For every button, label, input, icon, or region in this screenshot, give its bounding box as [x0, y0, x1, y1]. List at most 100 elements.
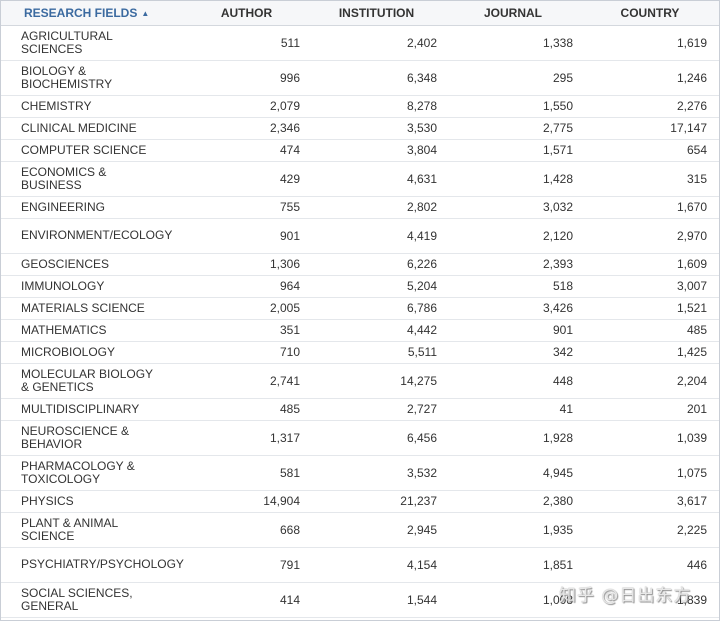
table-row[interactable]: COMPUTER SCIENCE 474 3,804 1,571 654	[1, 139, 719, 162]
table-row[interactable]: BIOLOGY & BIOCHEMISTRY 996 6,348 295 1,246	[1, 60, 719, 96]
cell-field[interactable]: SPACE SCIENCE	[1, 617, 161, 620]
cell-institution: 3,804	[308, 139, 445, 162]
research-fields-table-panel: RESEARCH FIELDS ▲ AUTHOR INSTITUTION JOUR…	[0, 0, 720, 621]
table-row[interactable]: PLANT & ANIMAL SCIENCE 668 2,945 1,935 2,225	[1, 512, 719, 548]
cell-field[interactable]: MICROBIOLOGY	[1, 341, 161, 364]
table-row[interactable]: AGRICULTURAL SCIENCES 511 2,402 1,338 1,619	[1, 25, 719, 61]
cell-author: 474	[161, 139, 308, 162]
cell-journal: 2,775	[445, 117, 581, 140]
column-header-institution[interactable]: INSTITUTION	[308, 1, 445, 26]
cell-institution: 3,532	[308, 455, 445, 491]
cell-institution: 8,278	[308, 95, 445, 118]
table-row[interactable]: ENGINEERING 755 2,802 3,032 1,670	[1, 196, 719, 219]
table-row[interactable]: ECONOMICS & BUSINESS 429 4,631 1,428 315	[1, 161, 719, 197]
cell-institution: 6,456	[308, 420, 445, 456]
table-header-row: RESEARCH FIELDS ▲ AUTHOR INSTITUTION JOUR…	[1, 1, 719, 26]
cell-field[interactable]: PHARMACOLOGY & TOXICOLOGY	[1, 455, 161, 491]
cell-field[interactable]: PSYCHIATRY/PSYCHOLOGY	[1, 547, 184, 583]
cell-country: 1,075	[581, 455, 719, 491]
column-header-author[interactable]: AUTHOR	[161, 1, 308, 26]
table-row[interactable]: MOLECULAR BIOLOGY & GENETICS 2,741 14,275 4…	[1, 363, 719, 399]
cell-institution: 4,442	[308, 319, 445, 342]
cell-country: 2,970	[581, 218, 719, 254]
cell-country: 2,276	[581, 95, 719, 118]
cell-field[interactable]: BIOLOGY & BIOCHEMISTRY	[1, 60, 161, 96]
cell-field[interactable]: NEUROSCIENCE & BEHAVIOR	[1, 420, 161, 456]
cell-field[interactable]: COMPUTER SCIENCE	[1, 139, 161, 162]
table-row[interactable]: MATHEMATICS 351 4,442 901 485	[1, 319, 719, 342]
cell-author: 351	[161, 319, 308, 342]
cell-institution: 21,237	[308, 490, 445, 513]
cell-country: 1,246	[581, 60, 719, 96]
cell-journal: 3,032	[445, 196, 581, 219]
cell-country: 866	[581, 617, 719, 620]
table-row[interactable]: CLINICAL MEDICINE 2,346 3,530 2,775 17,147	[1, 117, 719, 140]
table-row[interactable]: MATERIALS SCIENCE 2,005 6,786 3,426 1,521	[1, 297, 719, 320]
cell-field[interactable]: MATHEMATICS	[1, 319, 161, 342]
cell-institution: 4,631	[308, 161, 445, 197]
cell-institution: 6,786	[308, 297, 445, 320]
cell-field[interactable]: ECONOMICS & BUSINESS	[1, 161, 161, 197]
cell-field[interactable]: ENGINEERING	[1, 196, 161, 219]
cell-journal: 901	[445, 319, 581, 342]
cell-field[interactable]: CHEMISTRY	[1, 95, 161, 118]
column-header-country[interactable]: COUNTRY	[581, 1, 719, 26]
cell-institution: 2,802	[308, 196, 445, 219]
cell-author: 710	[161, 341, 308, 364]
cell-field[interactable]: SOCIAL SCIENCES, GENERAL	[1, 582, 161, 618]
cell-field[interactable]: PLANT & ANIMAL SCIENCE	[1, 512, 161, 548]
cell-field[interactable]: ENVIRONMENT/ECOLOGY	[1, 218, 172, 254]
cell-journal: 4,945	[445, 455, 581, 491]
cell-author: 14,904	[161, 490, 308, 513]
cell-field[interactable]: MULTIDISCIPLINARY	[1, 398, 161, 421]
cell-country: 1,619	[581, 25, 719, 61]
table-row[interactable]: MULTIDISCIPLINARY 485 2,727 41 201	[1, 398, 719, 421]
cell-country: 2,204	[581, 363, 719, 399]
table-row[interactable]: SOCIAL SCIENCES, GENERAL 414 1,544 1,008 1,8…	[1, 582, 719, 618]
cell-institution: 2,945	[308, 512, 445, 548]
column-header-research-fields[interactable]: RESEARCH FIELDS ▲	[1, 1, 161, 26]
cell-institution: 1,544	[308, 582, 445, 618]
cell-field[interactable]: IMMUNOLOGY	[1, 275, 161, 298]
cell-field[interactable]: AGRICULTURAL SCIENCES	[1, 25, 161, 61]
cell-author: 414	[161, 582, 308, 618]
cell-journal: 1,008	[445, 582, 581, 618]
cell-journal: 295	[445, 60, 581, 96]
cell-journal: 1,550	[445, 95, 581, 118]
table-row[interactable]: PSYCHIATRY/PSYCHOLOGY 791 4,154 1,851 446	[1, 547, 719, 583]
table-row[interactable]: SPACE SCIENCE6,17540,4621,742866	[1, 617, 719, 620]
cell-author: 2,005	[161, 297, 308, 320]
table-row[interactable]: IMMUNOLOGY 964 5,204 518 3,007	[1, 275, 719, 298]
cell-journal: 2,380	[445, 490, 581, 513]
table-row[interactable]: GEOSCIENCES 1,306 6,226 2,393 1,609	[1, 253, 719, 276]
table-row[interactable]: PHYSICS 14,904 21,237 2,380 3,617	[1, 490, 719, 513]
cell-journal: 1,851	[445, 547, 581, 583]
cell-author: 668	[161, 512, 308, 548]
cell-country: 1,670	[581, 196, 719, 219]
cell-author: 901	[161, 218, 308, 254]
cell-country: 315	[581, 161, 719, 197]
cell-field[interactable]: PHYSICS	[1, 490, 161, 513]
column-header-journal[interactable]: JOURNAL	[445, 1, 581, 26]
research-fields-table: RESEARCH FIELDS ▲ AUTHOR INSTITUTION JOUR…	[1, 1, 719, 620]
cell-field[interactable]: MOLECULAR BIOLOGY & GENETICS	[1, 363, 161, 399]
cell-country: 201	[581, 398, 719, 421]
cell-country: 1,609	[581, 253, 719, 276]
cell-journal: 1,935	[445, 512, 581, 548]
table-row[interactable]: ENVIRONMENT/ECOLOGY 901 4,419 2,120 2,970	[1, 218, 719, 254]
cell-author: 964	[161, 275, 308, 298]
cell-field[interactable]: MATERIALS SCIENCE	[1, 297, 161, 320]
table-row[interactable]: CHEMISTRY 2,079 8,278 1,550 2,276	[1, 95, 719, 118]
table-row[interactable]: NEUROSCIENCE & BEHAVIOR 1,317 6,456 1,928 1,…	[1, 420, 719, 456]
cell-country: 1,425	[581, 341, 719, 364]
table-row[interactable]: MICROBIOLOGY 710 5,511 342 1,425	[1, 341, 719, 364]
table-row[interactable]: PHARMACOLOGY & TOXICOLOGY 581 3,532 4,945 1,…	[1, 455, 719, 491]
cell-journal: 448	[445, 363, 581, 399]
cell-field[interactable]: GEOSCIENCES	[1, 253, 161, 276]
cell-author: 755	[161, 196, 308, 219]
cell-country: 1,039	[581, 420, 719, 456]
cell-field[interactable]: CLINICAL MEDICINE	[1, 117, 161, 140]
cell-institution: 5,204	[308, 275, 445, 298]
cell-institution: 4,419	[308, 218, 445, 254]
cell-country: 2,225	[581, 512, 719, 548]
